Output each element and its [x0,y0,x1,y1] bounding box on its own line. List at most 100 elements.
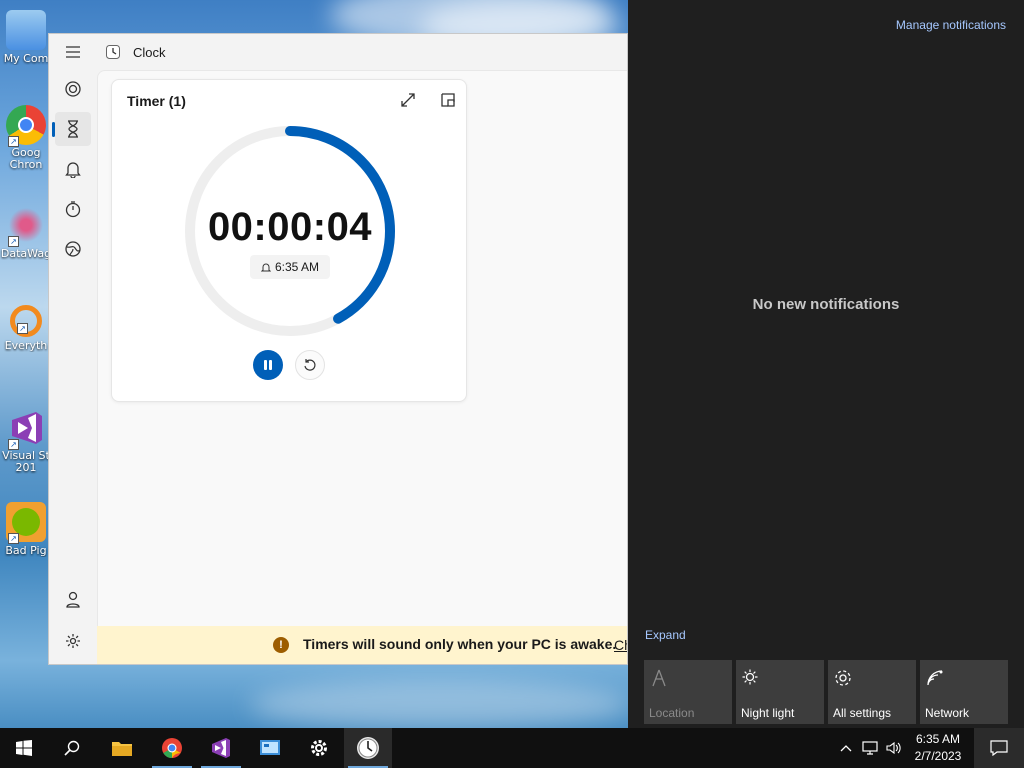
control-panel-icon [260,740,280,755]
no-notifications-text: No new notifications [752,296,900,313]
quick-action-all-settings[interactable]: All settings [828,660,916,724]
quick-action-label: Location [649,706,695,720]
account-button[interactable] [55,583,91,617]
title-bar: Clock [97,34,627,70]
bell-icon [260,263,271,271]
tray-date: 2/7/2023 [914,749,962,763]
taskbar-clock-app[interactable] [344,728,392,768]
taskbar-settings[interactable] [295,728,343,768]
warning-icon: ! [273,637,289,653]
volume-icon [886,741,901,755]
show-hidden-icons-button[interactable] [838,740,854,756]
taskbar-chrome[interactable] [148,728,196,768]
desktop-icon-chrome[interactable]: ↗ Goog Chron [0,105,52,171]
quick-action-night-light[interactable]: Night light [736,660,824,724]
clock-app-icon [357,737,379,759]
gear-icon [311,740,327,756]
quick-action-label: Network [925,706,970,720]
app-title: Clock [133,44,166,60]
nav-item-focus-sessions[interactable] [55,72,91,106]
windows-logo-icon [16,740,32,756]
nav-rail [49,34,97,664]
desktop-icon-label: Visual St 201 [2,450,50,474]
expand-button[interactable] [396,89,420,111]
clock-window: Clock Timer (1) 00:00:04 6:35 AM ! Timer… [48,33,628,665]
action-center-button[interactable] [974,728,1024,768]
taskbar-file-explorer[interactable] [98,728,146,768]
pause-icon [264,360,272,370]
desktop-icon-bad-piggies[interactable]: ↗ Bad Pig [0,502,52,557]
folder-icon [112,742,132,756]
nav-item-stopwatch[interactable] [55,192,91,226]
chrome-icon [162,738,182,759]
search-icon [64,740,80,756]
start-button[interactable] [0,728,48,768]
network-icon [927,670,943,686]
focus-icon [65,81,81,97]
desktop-icon-my-computer[interactable]: My Com [0,10,52,65]
nav-item-world-clock[interactable] [55,232,91,266]
reset-button[interactable] [295,350,325,380]
timer-end-time: 6:35 AM [250,255,330,279]
desktop-icon-label: Goog Chron [9,147,43,171]
tray-time: 6:35 AM [915,732,961,746]
network-wired-icon [862,741,878,755]
nav-item-timer[interactable] [52,112,91,146]
nav-item-alarm[interactable] [55,152,91,186]
taskbar-app-control-panel[interactable] [246,728,294,768]
computer-icon [6,10,46,50]
timer-progress-ring: 00:00:04 6:35 AM [184,125,396,337]
clock-app-icon [106,45,120,59]
timer-end-time-label: 6:35 AM [274,260,320,274]
timer-remaining: 00:00:04 [207,205,373,249]
pin-window-icon [441,93,455,107]
timer-name: Timer (1) [127,93,186,109]
hamburger-icon [66,46,80,58]
expand-link[interactable]: Expand [645,628,686,642]
keep-on-top-button[interactable] [436,89,460,111]
datawag-icon: ↗ [6,205,46,247]
quick-action-network[interactable]: Network [920,660,1008,724]
timer-card[interactable]: Timer (1) 00:00:04 6:35 AM [111,79,467,402]
gear-icon [66,634,80,648]
stopwatch-icon [65,201,81,218]
hourglass-icon [68,120,78,138]
manage-notifications-link[interactable]: Manage notifications [896,18,1006,32]
desktop-icon-visual-studio[interactable]: ↗ Visual St 201 [0,408,52,474]
quick-action-label: Night light [741,706,795,720]
reset-icon [304,359,316,371]
desktop-icon-label: Bad Pig [5,544,47,557]
pig-icon: ↗ [6,502,46,544]
tray-clock[interactable]: 6:35 AM 2/7/2023 [904,731,972,765]
chevron-up-icon [840,745,852,752]
network-tray-button[interactable] [862,740,878,756]
desktop-icon-label: Everyth [4,339,48,352]
desktop-icon-label: My Com [3,52,49,65]
quick-action-location[interactable]: Location [644,660,732,724]
chrome-icon: ↗ [6,105,46,147]
taskbar: 6:35 AM 2/7/2023 [0,728,1024,768]
visual-studio-icon [212,738,230,758]
person-icon [66,591,80,608]
action-center: Manage notifications No new notification… [628,0,1024,728]
taskbar-visual-studio[interactable] [197,728,245,768]
desktop-icon-datawag[interactable]: ↗ DataWag [0,205,52,260]
info-bar: ! Timers will sound only when your PC is… [97,626,627,664]
expand-icon [401,93,415,107]
timer-page: Timer (1) 00:00:04 6:35 AM [97,70,627,626]
search-button[interactable] [48,728,96,768]
gear-icon [835,670,851,686]
hamburger-menu-button[interactable] [55,35,91,69]
night-light-icon [742,669,758,685]
settings-button[interactable] [55,624,91,658]
desktop-icon-everything[interactable]: ↗ Everyth [0,305,52,352]
bell-icon [65,162,81,178]
globe-icon [65,241,81,257]
search-magnifier-icon: ↗ [10,305,42,337]
change-power-settings-link[interactable]: Change p [614,637,627,653]
volume-tray-button[interactable] [886,740,902,756]
quick-action-label: All settings [833,706,892,720]
visual-studio-icon: ↗ [6,408,46,450]
pause-button[interactable] [253,350,283,380]
location-icon [652,669,666,687]
